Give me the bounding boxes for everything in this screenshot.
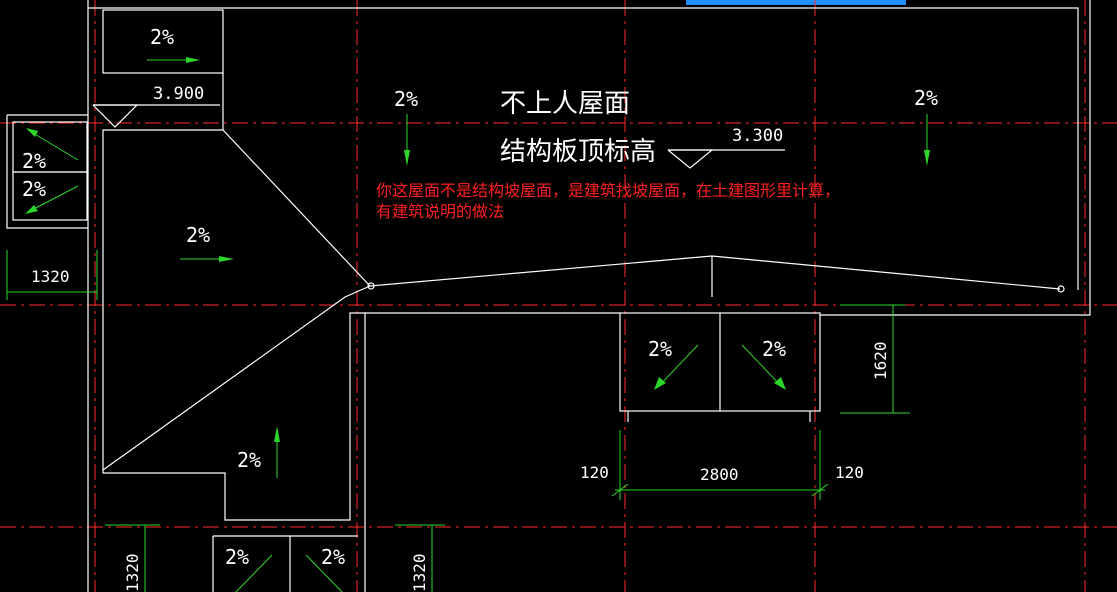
dim-left-width-label: 1320: [31, 267, 70, 286]
dim-span: 2800 120 120: [580, 430, 864, 500]
slope-labels: 2% 2% 2% 2% 2% 2% 2% 2% 2% 2% 2%: [22, 25, 938, 569]
dim-side-left-label: 120: [580, 463, 609, 482]
dim-side-right-label: 120: [835, 463, 864, 482]
dim-bottom-left: 1320: [105, 524, 160, 592]
slope-label-left-b: 2%: [22, 177, 46, 201]
dimensions: 1320 1620 2800 120 120 1320 1320: [6, 250, 910, 592]
slope-arrows: [25, 57, 930, 592]
selection-highlight-bar: [686, 0, 906, 5]
slope-label-lower: 2%: [237, 448, 261, 472]
slope-label-top-left: 2%: [150, 25, 174, 49]
level-3300-label: 3.300: [732, 126, 783, 146]
level-mark-3900: 3.900: [92, 84, 220, 128]
slope-arrow-right-top: [147, 57, 200, 63]
level-3900-label: 3.900: [153, 84, 204, 104]
roof-subtitle: 结构板顶标高: [500, 137, 656, 167]
slope-label-top-right: 2%: [914, 86, 938, 110]
dim-vertical-right: 1620: [840, 304, 910, 414]
dim-bottom-left-label: 1320: [123, 553, 142, 592]
slope-label-bottom-b: 2%: [321, 545, 345, 569]
dim-vertical-right-label: 1620: [871, 341, 890, 380]
dim-bottom-right-label: 1320: [410, 553, 429, 592]
note-line-2: 有建筑说明的做法: [376, 202, 504, 221]
level-mark-3300: 3.300: [667, 126, 785, 169]
slope-label-bay-right: 2%: [762, 337, 786, 361]
slope-arrow-down-right: [924, 114, 930, 166]
slope-label-top-center: 2%: [394, 87, 418, 111]
dim-bottom-right: 1320: [395, 524, 445, 592]
slope-arrow-up-lower: [274, 426, 280, 478]
slope-label-left-a: 2%: [22, 149, 46, 173]
dim-left-width: 1320: [6, 250, 98, 300]
roof-title: 不上人屋面: [500, 89, 630, 119]
slope-label-mid-left: 2%: [186, 223, 210, 247]
slope-arrow-right-mid: [180, 256, 234, 262]
slope-arrow-down-center: [404, 114, 410, 166]
note-line-1: 你这屋面不是结构坡屋面，是建筑找坡屋面，在土建图形里计算，: [376, 181, 840, 200]
dim-span-label: 2800: [700, 465, 739, 484]
slope-label-bottom-a: 2%: [225, 545, 249, 569]
roof-plan-drawing[interactable]: 3.900 3.300 不上人屋面 结构板顶标高 你这屋面不是结构坡屋面，是建筑…: [0, 0, 1117, 592]
slope-label-bay-left: 2%: [648, 337, 672, 361]
